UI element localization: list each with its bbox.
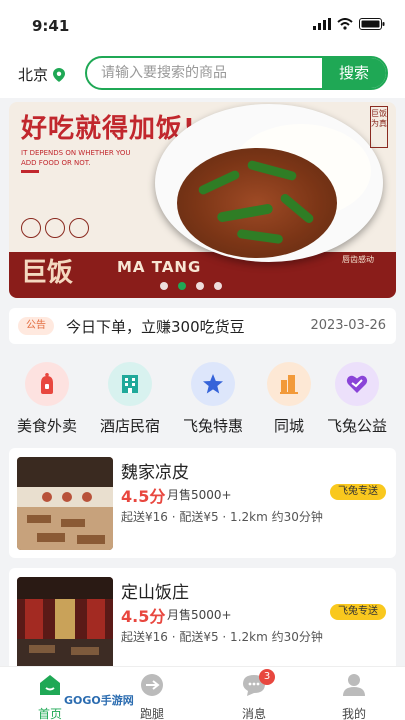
banner-brand-cn: 巨饭 xyxy=(21,258,74,288)
star-icon xyxy=(191,362,235,406)
category-label: 飞兔特惠 xyxy=(182,417,243,435)
search-button[interactable]: 搜索 xyxy=(322,58,386,88)
banner-pagination xyxy=(160,282,222,290)
status-bar: 9:41 xyxy=(0,0,405,46)
category-food-delivery[interactable]: 美食外卖 xyxy=(8,362,86,436)
delivery-badge: 飞兔专送 xyxy=(330,604,386,620)
notice-bar[interactable]: 公告 今日下单，立赚300吃货豆 2023-03-26 xyxy=(9,308,396,344)
errand-icon xyxy=(141,674,163,696)
city-label: 北京 xyxy=(18,66,49,84)
unread-badge: 3 xyxy=(259,669,275,685)
shop-delivery-info: 起送¥16 · 配送¥5 · 1.2km 约30分钟 xyxy=(121,510,323,524)
bottom-tab-bar: 首页 跑腿 3 消息 我的 xyxy=(0,666,405,720)
category-deals[interactable]: 飞兔特惠 xyxy=(174,362,252,436)
home-icon xyxy=(40,675,60,695)
banner-subtitle: IT DEPENDS ON WHETHER YOU ADD FOOD OR NO… xyxy=(21,149,131,167)
wifi-icon xyxy=(337,18,353,30)
tab-profile[interactable]: 我的 xyxy=(324,673,384,720)
shop-photo xyxy=(17,457,113,550)
profile-icon xyxy=(343,674,365,696)
tab-messages[interactable]: 3 消息 xyxy=(224,669,284,720)
banner-divider xyxy=(21,170,39,173)
category-label: 飞兔公益 xyxy=(326,417,387,435)
shop-card[interactable]: 定山饭庄 4.5分 月售5000+ 飞兔专送 起送¥16 · 配送¥5 · 1.… xyxy=(9,568,396,678)
shop-sales: 月售5000+ xyxy=(167,488,232,502)
location-pin-icon xyxy=(53,67,66,82)
category-label: 美食外卖 xyxy=(16,417,77,435)
category-grid: 美食外卖 酒店民宿 飞兔特惠 同城 飞兔公益 xyxy=(0,350,405,442)
stir-fry-image xyxy=(177,148,337,258)
notice-date: 2023-03-26 xyxy=(310,318,386,333)
city-selector[interactable]: 北京 xyxy=(18,64,66,85)
pagination-dot[interactable] xyxy=(160,282,168,290)
shop-name: 魏家凉皮 xyxy=(121,463,189,483)
tab-label: 我的 xyxy=(341,707,366,720)
heart-icon xyxy=(335,362,379,406)
category-hotel[interactable]: 酒店民宿 xyxy=(91,362,169,436)
signal-icon xyxy=(313,18,331,30)
category-label: 同城 xyxy=(273,417,304,435)
banner-slogan: 唇齿感动 xyxy=(342,255,374,264)
shop-rating: 4.5分 xyxy=(121,487,166,506)
banner-emblems xyxy=(21,218,89,238)
promo-banner[interactable]: 好吃就得加饭! IT DEPENDS ON WHETHER YOU ADD FO… xyxy=(9,102,396,298)
banner-brand-en: MA TANG xyxy=(117,258,202,276)
delivery-badge: 飞兔专送 xyxy=(330,484,386,500)
hotel-icon xyxy=(108,362,152,406)
shop-delivery-info: 起送¥16 · 配送¥5 · 1.2km 约30分钟 xyxy=(121,630,323,644)
food-delivery-icon xyxy=(25,362,69,406)
category-charity[interactable]: 飞兔公益 xyxy=(318,362,396,436)
shop-rating: 4.5分 xyxy=(121,607,166,626)
site-watermark: GOGO手游网 xyxy=(64,694,134,707)
shop-card[interactable]: 魏家凉皮 4.5分 月售5000+ 飞兔专送 起送¥16 · 配送¥5 · 1.… xyxy=(9,448,396,558)
status-icons xyxy=(313,18,385,30)
shop-sales: 月售5000+ xyxy=(167,608,232,622)
emblem-icon xyxy=(21,218,41,238)
status-time: 9:41 xyxy=(32,17,70,35)
battery-icon xyxy=(359,18,385,30)
pagination-dot-active[interactable] xyxy=(178,282,186,290)
tab-label: 消息 xyxy=(241,707,266,720)
shop-photo xyxy=(17,577,113,670)
notice-tag: 公告 xyxy=(18,317,54,335)
category-local[interactable]: 同城 xyxy=(250,362,328,436)
search-input[interactable]: 请输入要搜索的商品 xyxy=(101,58,227,88)
emblem-icon xyxy=(45,218,65,238)
pagination-dot[interactable] xyxy=(214,282,222,290)
search-row: 北京 请输入要搜索的商品 搜索 xyxy=(0,46,405,98)
emblem-icon xyxy=(69,218,89,238)
city-icon xyxy=(267,362,311,406)
shop-name: 定山饭庄 xyxy=(121,583,189,603)
search-box: 请输入要搜索的商品 搜索 xyxy=(85,56,388,90)
banner-stamp: 巨饭为真 xyxy=(370,106,388,148)
notice-text: 今日下单，立赚300吃货豆 xyxy=(66,318,245,336)
pagination-dot[interactable] xyxy=(196,282,204,290)
banner-title: 好吃就得加饭! xyxy=(21,114,196,144)
category-label: 酒店民宿 xyxy=(99,417,160,435)
